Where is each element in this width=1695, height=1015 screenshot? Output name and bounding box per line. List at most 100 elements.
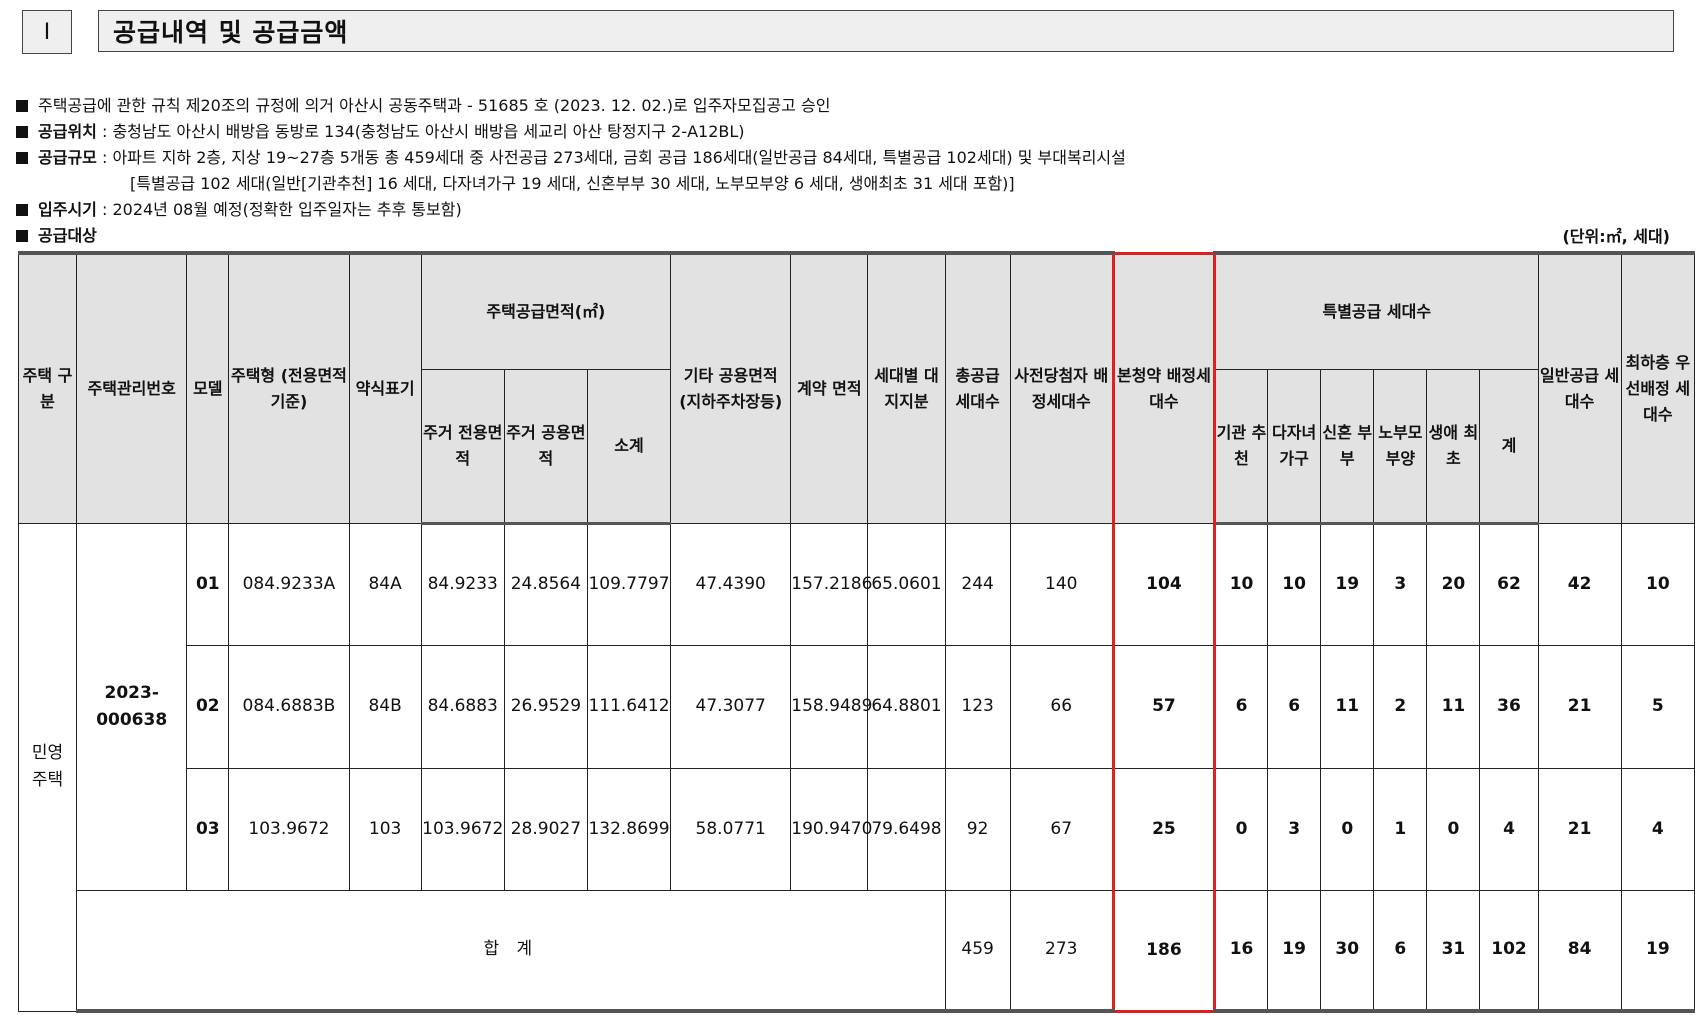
cell-multi: 6 [1267, 645, 1322, 769]
cell-model: 01 [186, 522, 230, 646]
cell-inst: 10 [1213, 522, 1269, 646]
th-excl-area: 주거 전용면적 [420, 368, 505, 525]
cell-land-share: 65.0601 [867, 522, 946, 646]
cell-contract-area: 158.9489 [790, 645, 872, 769]
bullet-square-icon [16, 126, 28, 138]
total-main-units: 186 [1111, 890, 1217, 1013]
cell-first: 0 [1426, 767, 1481, 891]
cell-lowest-floor: 10 [1620, 522, 1695, 646]
th-area-group: 주택공급면적(㎡) [420, 251, 672, 370]
total-total-units: 459 [944, 890, 1011, 1013]
cell-common-area: 28.9027 [503, 767, 588, 891]
th-special-group: 특별공급 세대수 [1214, 251, 1539, 370]
cell-main-units: 25 [1111, 767, 1217, 891]
cell-pre-units: 67 [1009, 767, 1114, 891]
cell-model: 02 [186, 645, 230, 769]
cell-short-label: 84B [348, 645, 422, 769]
bullet-square-icon [16, 152, 28, 164]
cell-general-units: 21 [1537, 767, 1622, 891]
th-inst: 기관 추천 [1213, 368, 1269, 525]
th-mgmt-no: 주택관리번호 [76, 251, 188, 524]
section-number: I [22, 10, 72, 54]
cell-elderly: 3 [1373, 522, 1428, 646]
total-label: 합 계 [76, 890, 946, 1013]
th-multi: 다자녀 가구 [1267, 368, 1322, 525]
cell-excl-area: 84.9233 [420, 522, 505, 646]
info-line-location: 공급위치 : 충청남도 아산시 배방읍 동방로 134(충청남도 아산시 배방읍… [16, 118, 745, 142]
section-title: 공급내역 및 공급금액 [98, 10, 1674, 52]
cell-house-type: 084.6883B [228, 645, 350, 769]
total-first: 31 [1426, 890, 1481, 1013]
cell-short-label: 84A [348, 522, 422, 646]
info-line-move-in: 입주시기 : 2024년 08월 예정(정확한 입주일자는 추후 통보함) [16, 196, 462, 220]
cell-subtotal: 132.8699 [586, 767, 672, 891]
cell-first: 11 [1426, 645, 1481, 769]
cell-other-area: 47.3077 [670, 645, 792, 769]
info-line-target: 공급대상 [16, 222, 97, 246]
th-first: 생애 최초 [1426, 368, 1481, 525]
cell-first: 20 [1426, 522, 1481, 646]
cell-inst: 6 [1213, 645, 1269, 769]
cell-multi: 3 [1267, 767, 1322, 891]
th-main-units: 본청약 배정세대수 [1111, 251, 1217, 524]
cell-excl-area: 84.6883 [420, 645, 505, 769]
th-short-label: 약식표기 [348, 251, 422, 524]
th-pre-units: 사전당첨자 배정세대수 [1009, 251, 1114, 524]
th-newlywed: 신혼 부부 [1320, 368, 1375, 525]
cell-elderly: 2 [1373, 645, 1428, 769]
cell-main-units: 104 [1111, 522, 1217, 646]
th-subtotal: 소계 [586, 368, 672, 525]
table-row: 민영 주택 2023-000638 01 084.9233A 84A 84.9233 2… [17, 522, 1695, 1012]
th-house-type: 주택형 (전용면적기준) [228, 251, 350, 524]
cell-short-label: 103 [348, 767, 422, 891]
bullet-square-icon [16, 100, 28, 112]
cell-total-units: 123 [944, 645, 1011, 769]
th-lowest-floor: 최하층 우선배정 세대수 [1620, 251, 1695, 524]
total-multi: 19 [1267, 890, 1322, 1013]
mgmt-no-cell: 2023-000638 [76, 522, 188, 891]
cell-common-area: 26.9529 [503, 645, 588, 769]
bullet-square-icon [16, 230, 28, 242]
th-elderly: 노부모 부양 [1373, 368, 1428, 525]
table-row: 03 103.9672 103 103.9672 28.9027 132.8699 58.0… [19, 767, 1695, 891]
th-housing-type: 주택 구분 [17, 251, 78, 524]
cell-total-units: 244 [944, 522, 1011, 646]
cell-newlywed: 19 [1320, 522, 1375, 646]
cell-special-sum: 62 [1479, 522, 1539, 646]
cell-total-units: 92 [944, 767, 1011, 891]
total-special-sum: 102 [1479, 890, 1539, 1013]
info-line-approval: 주택공급에 관한 규칙 제20조의 규정에 의거 아산시 공동주택과 - 516… [16, 92, 830, 116]
th-model: 모델 [186, 251, 230, 524]
cell-pre-units: 66 [1009, 645, 1114, 769]
cell-house-type: 103.9672 [228, 767, 350, 891]
cell-land-share: 79.6498 [867, 767, 946, 891]
cell-subtotal: 109.7797 [586, 522, 672, 646]
th-total-units: 총공급 세대수 [944, 251, 1011, 524]
cell-model: 03 [186, 767, 230, 891]
cell-lowest-floor: 5 [1620, 645, 1695, 769]
total-general-units: 84 [1537, 890, 1622, 1013]
total-inst: 16 [1213, 890, 1269, 1013]
total-pre-units: 273 [1009, 890, 1114, 1013]
housing-type-cell: 민영 주택 [17, 522, 78, 1012]
cell-other-area: 47.4390 [670, 522, 792, 646]
cell-elderly: 1 [1373, 767, 1428, 891]
th-land-share: 세대별 대지지분 [867, 251, 946, 524]
table-row: 02 084.6883B 84B 84.6883 26.9529 111.6412 47.3… [19, 645, 1695, 769]
cell-main-units: 57 [1111, 645, 1217, 769]
cell-other-area: 58.0771 [670, 767, 792, 891]
total-newlywed: 30 [1320, 890, 1375, 1013]
cell-subtotal: 111.6412 [586, 645, 672, 769]
total-elderly: 6 [1373, 890, 1428, 1013]
bullet-square-icon [16, 204, 28, 216]
th-common-area: 주거 공용면적 [503, 368, 588, 525]
cell-contract-area: 190.9470 [790, 767, 872, 891]
cell-general-units: 42 [1537, 522, 1622, 646]
table-total-row: 합 계 459 273 186 16 19 30 6 31 102 84 19 [19, 890, 1695, 1013]
cell-lowest-floor: 4 [1620, 767, 1695, 891]
cell-land-share: 64.8801 [867, 645, 946, 769]
info-line-scale: 공급규모 : 아파트 지하 2층, 지상 19~27층 5개동 총 459세대 … [16, 144, 1126, 168]
cell-multi: 10 [1267, 522, 1322, 646]
cell-special-sum: 4 [1479, 767, 1539, 891]
cell-newlywed: 0 [1320, 767, 1375, 891]
